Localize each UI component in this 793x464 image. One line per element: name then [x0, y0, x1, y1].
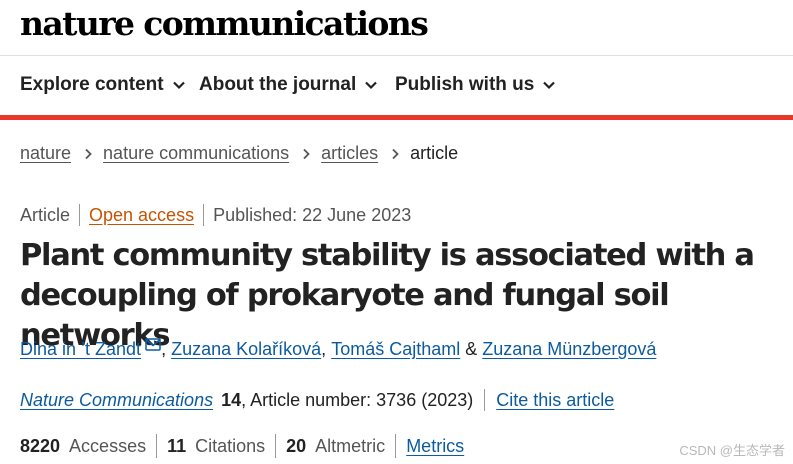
- author-list: Dina in ’t Zandt , Zuzana Kolaříková , T…: [20, 338, 656, 360]
- divider: [203, 204, 205, 226]
- divider: [156, 434, 158, 458]
- site-logo[interactable]: nature communications: [20, 2, 429, 46]
- altmetric-label: Altmetric: [315, 435, 386, 456]
- altmetric-score: 20: [286, 435, 307, 456]
- published-date: Published: 22 June 2023: [213, 204, 412, 225]
- nav-explore-content-label: Explore content: [20, 74, 164, 95]
- article-number: , Article number: 3736 (2023): [241, 389, 474, 410]
- open-access-link[interactable]: Open access: [89, 205, 194, 226]
- nav-about-journal[interactable]: About the journal: [199, 74, 378, 96]
- nav-explore-content[interactable]: Explore content: [20, 74, 186, 96]
- article-meta: Article Open access Published: 22 June 2…: [20, 204, 411, 226]
- citations-label: Citations: [195, 435, 266, 456]
- chevron-right-icon: [303, 148, 310, 159]
- citations-count: 11: [167, 435, 187, 456]
- divider: [484, 389, 486, 411]
- main-nav: Explore content About the journal Publis…: [0, 57, 793, 115]
- breadcrumb-articles[interactable]: articles: [321, 143, 378, 164]
- accesses-label: Accesses: [69, 435, 147, 456]
- divider: [395, 434, 397, 458]
- divider: [79, 204, 81, 226]
- chevron-right-icon: [392, 148, 399, 159]
- watermark: CSDN @生态学者: [679, 443, 785, 458]
- chevron-right-icon: [85, 148, 92, 159]
- nav-publish-with-us[interactable]: Publish with us: [395, 74, 556, 96]
- divider: [275, 434, 277, 458]
- breadcrumb-nature[interactable]: nature: [20, 143, 71, 164]
- author-link[interactable]: Tomáš Cajthaml: [331, 339, 460, 360]
- cite-this-article-link[interactable]: Cite this article: [496, 390, 614, 411]
- chevron-down-icon: [172, 81, 185, 90]
- volume-number: 14: [221, 389, 242, 410]
- chevron-down-icon: [543, 81, 556, 90]
- breadcrumb: nature nature communications articles ar…: [20, 143, 458, 164]
- breadcrumb-current: article: [410, 143, 459, 163]
- citation-line: Nature Communications 14 , Article numbe…: [20, 389, 614, 411]
- article-title: Plant community stability is associated …: [20, 238, 755, 353]
- article-metrics: 8220 Accesses 11 Citations 20 Altmetric …: [20, 434, 464, 458]
- journal-link[interactable]: Nature Communications: [20, 390, 213, 411]
- author-link[interactable]: Dina in ’t Zandt: [20, 339, 141, 360]
- author-separator: &: [460, 339, 483, 359]
- email-icon[interactable]: [145, 338, 161, 351]
- masthead: nature communications: [0, 0, 793, 56]
- breadcrumb-nature-communications[interactable]: nature communications: [103, 143, 289, 164]
- nav-publish-with-us-label: Publish with us: [395, 74, 535, 95]
- article-type: Article: [20, 204, 71, 225]
- author-separator: ,: [161, 339, 172, 359]
- nav-about-journal-label: About the journal: [199, 74, 357, 95]
- chevron-down-icon: [365, 81, 378, 90]
- accent-bar: [0, 115, 793, 120]
- author-link[interactable]: Zuzana Münzbergová: [482, 339, 656, 360]
- author-separator: ,: [321, 339, 332, 359]
- metrics-link[interactable]: Metrics: [406, 436, 464, 457]
- author-link[interactable]: Zuzana Kolaříková: [171, 339, 321, 360]
- accesses-count: 8220: [20, 435, 61, 456]
